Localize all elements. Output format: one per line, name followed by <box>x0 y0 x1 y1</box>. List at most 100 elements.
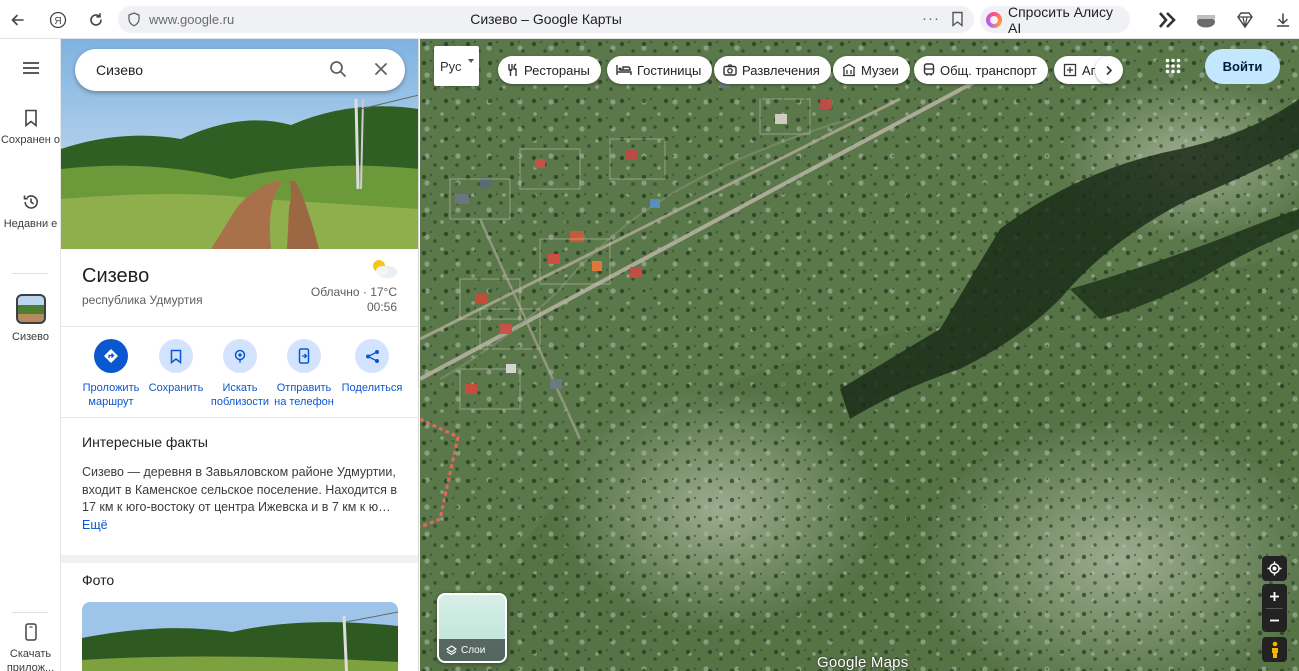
zoom-out-button[interactable] <box>1269 609 1280 632</box>
history-icon <box>23 195 38 209</box>
street-view-pegman[interactable] <box>1262 637 1287 662</box>
camera-icon <box>723 64 737 76</box>
chip-restaurants[interactable]: Рестораны <box>498 56 601 84</box>
recent-button[interactable]: Недавни е <box>0 193 61 231</box>
weather-info: Облачно · 17°C 00:56 <box>311 285 397 315</box>
hotel-icon <box>616 65 632 75</box>
chips-next-button[interactable] <box>1095 56 1123 84</box>
extension-icon[interactable] <box>1155 8 1179 32</box>
send-to-phone-button[interactable]: Отправить на телефон <box>272 339 336 409</box>
place-thumbnail <box>15 294 46 324</box>
local-time: 00:56 <box>366 300 397 314</box>
bookmark-icon <box>159 339 193 373</box>
download-app-button[interactable]: Скачать прилож... <box>0 623 61 671</box>
apps-grid-icon[interactable] <box>1165 58 1181 79</box>
save-label: Сохранить <box>148 382 204 394</box>
more-icon[interactable]: ··· <box>922 10 940 27</box>
svg-text:Я: Я <box>54 16 61 27</box>
send-to-phone-label: Отправить на телефон <box>274 382 334 408</box>
save-button[interactable]: Сохранить <box>144 339 208 395</box>
minus-icon <box>1270 619 1279 621</box>
chip-entertainment[interactable]: Развлечения <box>714 56 831 84</box>
collections-icon[interactable] <box>1233 8 1257 32</box>
recent-place-label: Сизево <box>12 331 49 343</box>
saved-button[interactable]: Сохранен о <box>0 109 61 147</box>
sign-in-button[interactable]: Войти <box>1205 49 1280 84</box>
download-icon[interactable] <box>1271 8 1295 32</box>
search-input[interactable]: Сизево <box>96 62 143 78</box>
place-region: республика Удмуртия <box>82 293 203 307</box>
chip-hotels[interactable]: Гостиницы <box>607 56 713 84</box>
layers-label-bar: Слои <box>439 639 505 661</box>
share-button[interactable]: Поделиться <box>335 339 409 395</box>
phone-icon <box>24 623 37 641</box>
alice-label: Спросить Алису AI <box>1007 3 1113 36</box>
directions-icon <box>94 339 128 373</box>
search-box[interactable]: Сизево <box>75 49 405 91</box>
left-rail: Сохранен о Недавни е Сизево Скачать прил… <box>0 39 61 671</box>
more-link[interactable]: Ещё <box>82 518 108 532</box>
profile-avatar-icon[interactable] <box>1194 8 1218 32</box>
browser-toolbar: Я www.google.ru Сизево – Google Карты ··… <box>0 0 1299 39</box>
close-icon[interactable] <box>373 61 389 82</box>
zoom-controls <box>1262 584 1287 632</box>
place-panel: Сизево Сизево республика Удмуртия Облачн… <box>61 39 419 671</box>
chip-label: Рестораны <box>524 62 590 78</box>
directions-button[interactable]: Проложить маршрут <box>79 339 143 409</box>
section-divider <box>61 555 418 563</box>
crosshair-icon <box>1267 561 1282 576</box>
partly-cloudy-icon <box>368 257 398 284</box>
address-bar[interactable]: www.google.ru Сизево – Google Карты ··· <box>118 6 974 33</box>
nearby-button[interactable]: Искать поблизости <box>208 339 272 409</box>
menu-button[interactable] <box>0 61 61 81</box>
transit-icon <box>923 63 935 76</box>
layers-button[interactable]: Слои <box>437 593 507 663</box>
my-location-button[interactable] <box>1262 556 1287 581</box>
nearby-label: Искать поблизости <box>210 382 270 408</box>
download-app-label: Скачать прилож... <box>6 648 55 671</box>
satellite-map[interactable]: Рус Рестораны Гостиницы Развлечения Музе… <box>420 39 1299 671</box>
chip-museums[interactable]: Музеи <box>833 56 910 84</box>
share-label: Поделиться <box>341 382 403 394</box>
weather-text: Облачно · 17°C <box>310 285 397 299</box>
chip-label: Музеи <box>861 62 899 78</box>
restaurant-icon <box>508 63 517 76</box>
search-icon[interactable] <box>329 60 347 83</box>
museum-icon <box>842 63 856 77</box>
facts-body: Сизево — деревня в Завьяловском районе У… <box>82 465 398 514</box>
plus-icon <box>1270 591 1279 601</box>
bookmark-icon[interactable] <box>951 11 964 32</box>
language-label: Рус <box>440 59 462 74</box>
page-title: Сизево – Google Карты <box>470 11 622 27</box>
zoom-in-button[interactable] <box>1269 585 1280 608</box>
chip-label: Гостиницы <box>637 62 702 78</box>
ask-alice-button[interactable]: Спросить Алису AI <box>980 3 1130 36</box>
rail-divider <box>12 612 48 613</box>
pegman-icon <box>1271 641 1278 658</box>
saved-label: Сохранен о <box>0 134 61 146</box>
chevron-right-icon <box>1106 65 1113 75</box>
bookmark-icon <box>24 109 37 127</box>
send-to-phone-icon <box>287 339 321 373</box>
facts-title: Интересные факты <box>82 434 208 450</box>
chip-transit[interactable]: Общ. транспорт <box>914 56 1048 84</box>
nearby-search-icon <box>223 339 257 373</box>
directions-label: Проложить маршрут <box>82 382 140 408</box>
rail-divider <box>12 273 48 274</box>
divider <box>61 326 418 327</box>
google-maps-logo: Google Maps <box>817 654 909 671</box>
divider <box>61 417 418 418</box>
share-icon <box>355 339 389 373</box>
recent-place-item[interactable]: Сизево <box>0 294 61 344</box>
reload-icon[interactable] <box>84 8 108 32</box>
photo-thumbnail[interactable] <box>82 602 398 671</box>
hamburger-menu-icon <box>22 62 39 74</box>
language-select[interactable]: Рус <box>434 46 479 86</box>
back-icon[interactable] <box>6 8 30 32</box>
yandex-logo-icon[interactable]: Я <box>46 8 70 32</box>
chip-label: Развлечения <box>742 62 820 78</box>
recent-label: Недавни е <box>3 218 58 230</box>
alice-icon <box>986 11 1002 28</box>
facts-text: Сизево — деревня в Завьяловском районе У… <box>82 464 404 534</box>
action-buttons: Проложить маршрут Сохранить Искать побли… <box>79 339 409 419</box>
